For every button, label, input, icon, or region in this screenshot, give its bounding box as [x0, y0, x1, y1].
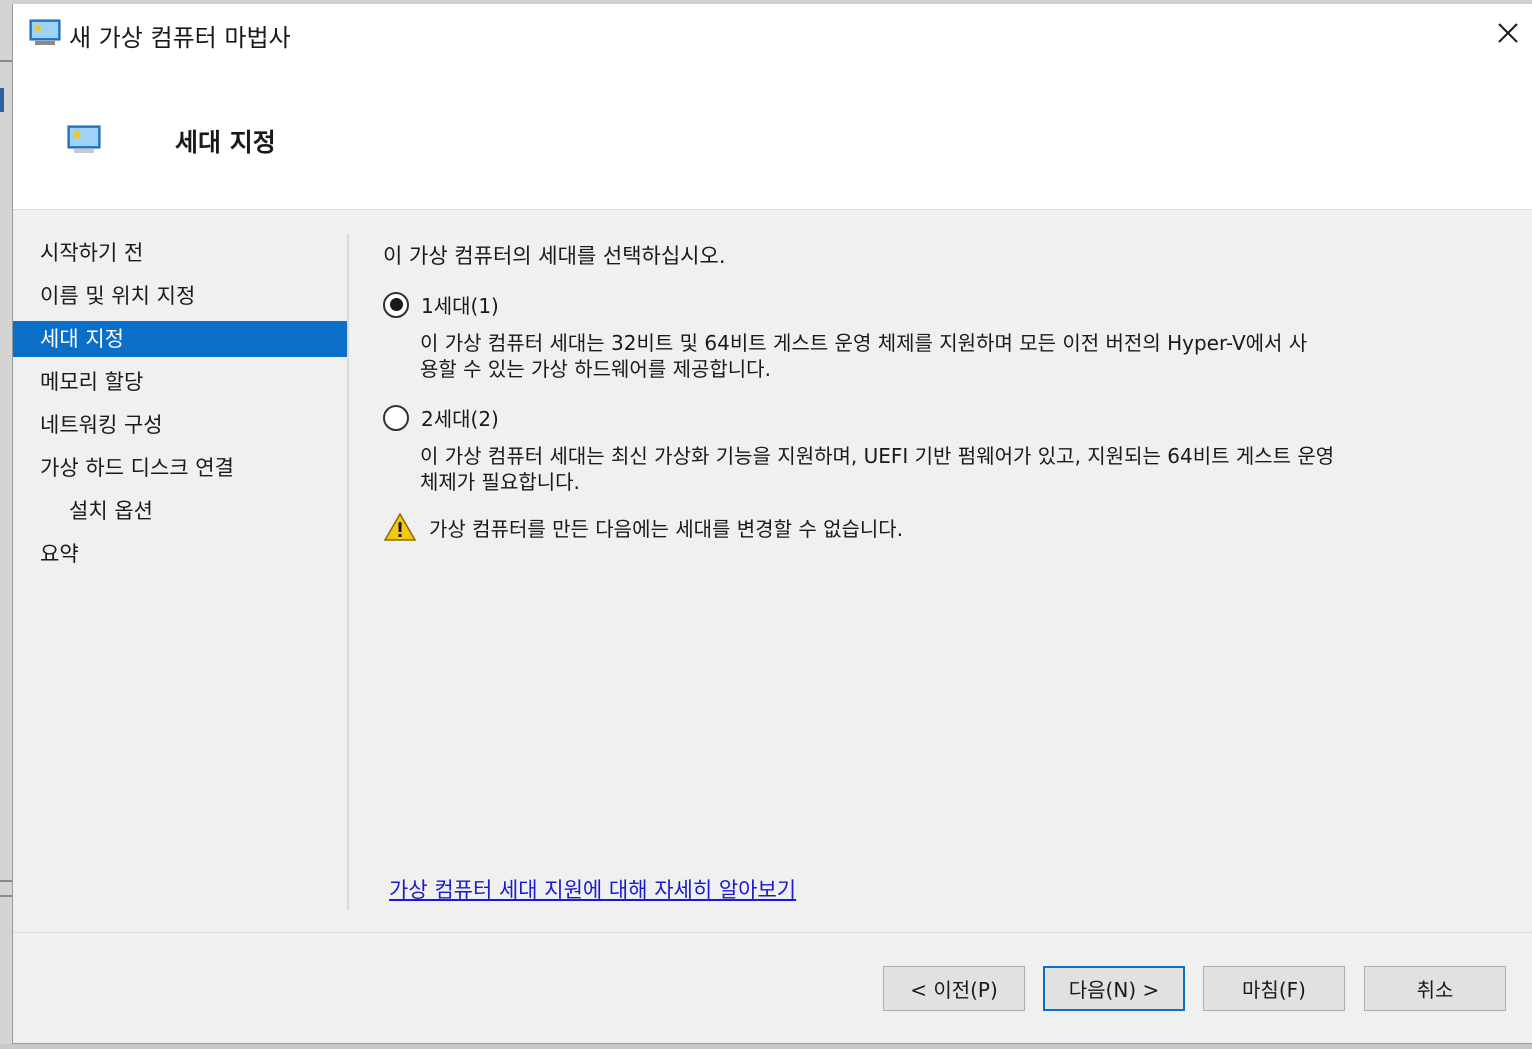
background-window-edge: [0, 0, 12, 1049]
generation-1-label[interactable]: 1세대(1): [421, 290, 499, 319]
wizard-header: 세대 지정: [13, 62, 1532, 210]
generation-2-label[interactable]: 2세대(2): [421, 403, 499, 432]
generation-1-option[interactable]: 1세대(1): [383, 290, 499, 319]
generation-prompt: 이 가상 컴퓨터의 세대를 선택하십시오.: [383, 244, 726, 268]
footer-separator: [13, 932, 1532, 933]
generation-1-description: 이 가상 컴퓨터 세대는 32비트 및 64비트 게스트 운영 체제를 지원하며…: [420, 330, 1500, 382]
generation-2-desc-line1: 이 가상 컴퓨터 세대는 최신 가상화 기능을 지원하며, UEFI 기반 펌웨…: [420, 444, 1335, 468]
virtual-machine-icon: [67, 124, 101, 158]
finish-button[interactable]: 마침(F): [1203, 966, 1345, 1011]
background-window-bottom: [0, 1044, 1532, 1049]
generation-1-desc-line1: 이 가상 컴퓨터 세대는 32비트 및 64비트 게스트 운영 체제를 지원하며…: [420, 331, 1308, 355]
nav-step-memory[interactable]: 메모리 할당: [13, 361, 347, 404]
virtual-machine-icon: [29, 18, 61, 50]
new-vm-wizard-dialog: 새 가상 컴퓨터 마법사 세대 지정 시작하기 전 이름 및 위치 지정 세대 …: [12, 4, 1532, 1044]
generation-2-option[interactable]: 2세대(2): [383, 403, 499, 432]
nav-divider: [347, 234, 349, 910]
generation-warning: 가상 컴퓨터를 만든 다음에는 세대를 변경할 수 없습니다.: [383, 512, 903, 542]
generation-2-radio[interactable]: [383, 404, 409, 431]
title-bar: 새 가상 컴퓨터 마법사: [13, 4, 1532, 62]
radio-selected-dot: [389, 298, 403, 311]
wizard-step-nav: 시작하기 전 이름 및 위치 지정 세대 지정 메모리 할당 네트워킹 구성 가…: [13, 232, 347, 576]
close-icon: [1498, 23, 1518, 43]
warning-text: 가상 컴퓨터를 만든 다음에는 세대를 변경할 수 없습니다.: [429, 516, 904, 541]
nav-step-installation-options[interactable]: 설치 옵션: [13, 490, 347, 533]
close-button[interactable]: [1483, 4, 1532, 62]
nav-step-summary[interactable]: 요약: [13, 533, 347, 576]
generation-1-radio[interactable]: [383, 291, 409, 318]
previous-button[interactable]: < 이전(P): [883, 966, 1025, 1011]
nav-step-name-location[interactable]: 이름 및 위치 지정: [13, 275, 347, 318]
generation-2-description: 이 가상 컴퓨터 세대는 최신 가상화 기능을 지원하며, UEFI 기반 펌웨…: [420, 443, 1500, 495]
next-button[interactable]: 다음(N) >: [1043, 966, 1185, 1011]
generation-1-desc-line2: 용할 수 있는 가상 하드웨어를 제공합니다.: [420, 357, 771, 381]
nav-step-before-you-begin[interactable]: 시작하기 전: [13, 232, 347, 275]
nav-step-virtual-hard-disk[interactable]: 가상 하드 디스크 연결: [13, 447, 347, 490]
warning-icon: [383, 512, 417, 541]
cancel-button[interactable]: 취소: [1364, 966, 1506, 1011]
nav-step-networking[interactable]: 네트워킹 구성: [13, 404, 347, 447]
learn-more-link[interactable]: 가상 컴퓨터 세대 지원에 대해 자세히 알아보기: [389, 874, 796, 904]
window-title: 새 가상 컴퓨터 마법사: [69, 24, 291, 52]
nav-step-generation[interactable]: 세대 지정: [13, 321, 347, 357]
page-title: 세대 지정: [175, 128, 276, 157]
generation-2-desc-line2: 체제가 필요합니다.: [420, 470, 580, 494]
